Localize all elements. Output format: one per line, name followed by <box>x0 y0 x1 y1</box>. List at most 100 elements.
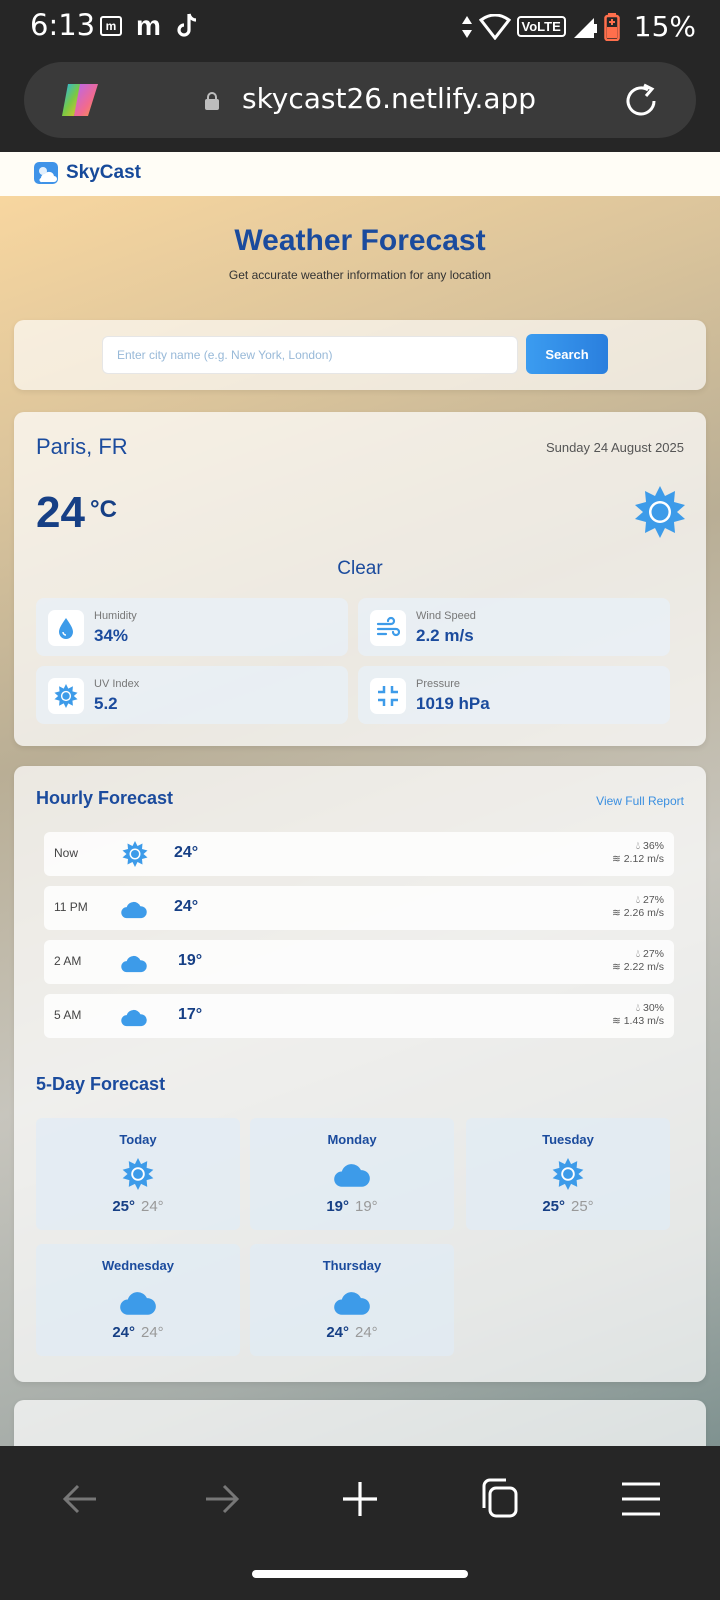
address-bar[interactable]: skycast26.netlify.app <box>24 62 696 138</box>
day-name: Thursday <box>322 1258 382 1273</box>
day-card: Monday 19° 19° <box>250 1118 454 1230</box>
hour-humidity: 36% <box>642 840 664 852</box>
forward-arrow-icon[interactable] <box>196 1476 246 1522</box>
stat-value: 1019 hPa <box>416 694 490 713</box>
battery-percent: 15% <box>633 10 696 43</box>
hour-humidity: 27% <box>642 948 664 960</box>
uv-index-stat: UV Index 5.2 <box>36 666 348 724</box>
hour-humidity: 30% <box>642 1002 664 1014</box>
notification-app-icon: m <box>100 16 122 36</box>
sun-icon <box>635 486 685 538</box>
site-header: SkyCast <box>0 152 720 196</box>
hour-wind: 2.12 m/s <box>623 853 664 865</box>
battery-icon <box>604 12 620 41</box>
day-low: 24° <box>141 1198 164 1215</box>
stat-label: Humidity <box>94 610 137 622</box>
web-page: SkyCast Weather Forecast Get accurate we… <box>0 152 720 1446</box>
menu-icon[interactable] <box>616 1476 666 1522</box>
hourly-row: 11 PM 24° 💧︎ 27% ≋ 2.26 m/s <box>44 886 674 930</box>
hour-temp: 24° <box>174 844 199 861</box>
cloud-icon <box>121 901 147 919</box>
hour-meta: 💧︎ 27% ≋ 2.26 m/s <box>612 894 664 920</box>
page-subtitle: Get accurate weather information for any… <box>228 268 492 282</box>
new-tab-plus-icon[interactable] <box>335 1476 385 1522</box>
hour-wind: 1.43 m/s <box>623 1015 664 1027</box>
sun-icon <box>122 1158 154 1190</box>
search-button[interactable]: Search <box>526 334 608 374</box>
hour-time: 5 AM <box>54 1008 82 1022</box>
current-temp: 24 <box>36 488 85 537</box>
droplet-icon <box>48 610 84 646</box>
city-search-input[interactable] <box>102 336 518 374</box>
status-bar: 6:13 m m VoLTE 15% <box>0 0 720 56</box>
day-high: 19° <box>326 1198 349 1215</box>
brand-name[interactable]: SkyCast <box>66 162 141 184</box>
next-section-card <box>14 1400 706 1446</box>
day-name: Monday <box>327 1132 377 1147</box>
hour-temp: 19° <box>178 952 203 969</box>
wind-icon: ≋ <box>611 907 621 919</box>
droplet-icon: 💧︎ <box>635 948 641 960</box>
hour-wind: 2.22 m/s <box>623 961 664 973</box>
hour-meta: 💧︎ 36% ≋ 2.12 m/s <box>612 840 664 866</box>
volte-badge: VoLTE <box>516 16 566 37</box>
reload-icon[interactable] <box>622 82 660 120</box>
day-temps: 24° 24° <box>36 1324 240 1341</box>
logo-icon[interactable] <box>34 162 58 184</box>
url-text[interactable]: skycast26.netlify.app <box>242 82 536 115</box>
weather-condition: Clear <box>337 558 383 579</box>
hour-time: 11 PM <box>54 900 88 914</box>
compress-icon <box>370 678 406 714</box>
hourly-row: Now 24° 💧︎ 36% ≋ 2.12 m/s <box>44 832 674 876</box>
sun-icon <box>48 678 84 714</box>
sun-icon <box>552 1158 584 1190</box>
droplet-icon: 💧︎ <box>635 894 641 906</box>
day-low: 24° <box>355 1324 378 1341</box>
wind-icon: ≋ <box>611 961 621 973</box>
tiktok-icon <box>177 13 197 37</box>
day-temps: 25° 25° <box>466 1198 670 1215</box>
day-temps: 24° 24° <box>250 1324 454 1341</box>
day-temps: 19° 19° <box>250 1198 454 1215</box>
pressure-stat: Pressure 1019 hPa <box>358 666 670 724</box>
system-icons: VoLTE 15% <box>461 10 696 43</box>
droplet-icon: 💧︎ <box>635 1002 641 1014</box>
current-date: Sunday 24 August 2025 <box>545 440 684 455</box>
cloud-icon <box>120 1292 156 1315</box>
status-time: 6:13 <box>30 8 96 42</box>
data-arrows-icon <box>461 15 472 38</box>
tabs-icon[interactable] <box>476 1476 526 1522</box>
browser-bottom-nav <box>0 1446 720 1600</box>
hour-time: 2 AM <box>54 954 82 968</box>
droplet-icon: 💧︎ <box>635 840 641 852</box>
m-app-icon: m <box>136 10 161 41</box>
notification-icons: m m <box>100 12 199 40</box>
back-arrow-icon[interactable] <box>56 1476 106 1522</box>
wind-icon: ≋ <box>611 1015 621 1027</box>
stat-label: Pressure <box>416 678 461 690</box>
hour-temp: 24° <box>174 898 199 915</box>
day-card: Thursday 24° 24° <box>250 1244 454 1356</box>
sun-icon <box>122 841 148 867</box>
hour-humidity: 27% <box>642 894 664 906</box>
day-low: 25° <box>571 1198 594 1215</box>
hourly-row: 5 AM 17° 💧︎ 30% ≋ 1.43 m/s <box>44 994 674 1038</box>
current-weather-card: Paris, FR Sunday 24 August 2025 24 °C Cl… <box>14 412 706 746</box>
day-card: Wednesday 24° 24° <box>36 1244 240 1356</box>
day-high: 24° <box>112 1324 135 1341</box>
cloud-icon <box>334 1292 370 1315</box>
day-name: Today <box>119 1132 157 1147</box>
day-low: 19° <box>355 1198 378 1215</box>
view-full-report-link[interactable]: View Full Report <box>596 794 684 808</box>
wind-speed-stat: Wind Speed 2.2 m/s <box>358 598 670 656</box>
hour-temp: 17° <box>178 1006 203 1023</box>
stat-value: 5.2 <box>94 694 118 713</box>
stat-label: Wind Speed <box>416 610 476 622</box>
day-temps: 25° 24° <box>36 1198 240 1215</box>
day-card: Tuesday 25° 25° <box>466 1118 670 1230</box>
page-title: Weather Forecast <box>234 224 486 257</box>
home-indicator[interactable] <box>252 1570 468 1578</box>
copilot-icon[interactable] <box>58 80 102 120</box>
forecast-card: Hourly Forecast View Full Report Now 24°… <box>14 766 706 1382</box>
daily-forecast-title: 5-Day Forecast <box>36 1074 166 1094</box>
